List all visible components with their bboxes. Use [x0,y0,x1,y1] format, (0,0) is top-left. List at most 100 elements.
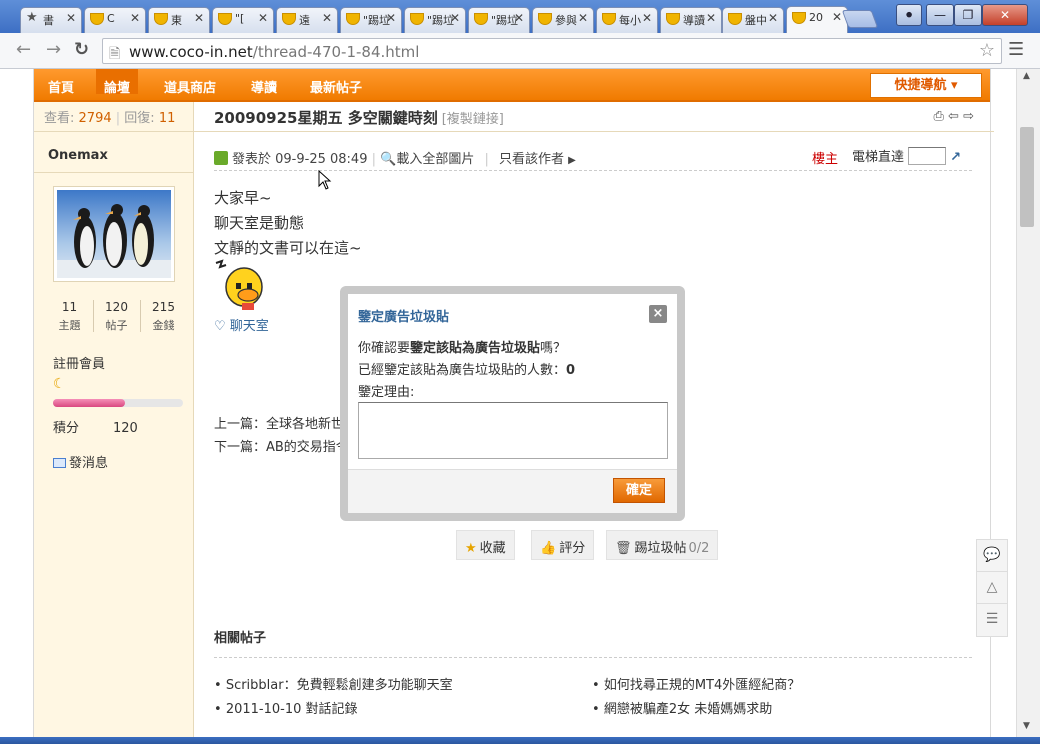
nav-item[interactable]: 導讀 [251,77,277,96]
new-tab-button[interactable] [841,10,879,28]
go-icon[interactable]: ↗ [950,150,961,165]
load-images-link[interactable]: 載入全部圖片 [396,152,474,167]
elevator-label: 電梯直達 [852,150,905,165]
browser-tab[interactable]: 東 ✕ [148,7,210,33]
tab-close-icon[interactable]: ✕ [322,11,332,25]
tab-label: C [107,12,115,25]
browser-tab[interactable]: 每小 ✕ [596,7,658,33]
browser-tab[interactable]: "踢垃 ✕ [340,7,402,33]
cup-icon [282,13,296,25]
related-link[interactable]: • Scribblar：免費輕鬆創建多功能聊天室 [214,674,453,693]
nav-item[interactable]: 最新帖子 [310,77,362,96]
cup-icon [602,13,616,25]
author-stat[interactable]: 215 金錢 [140,300,187,333]
copy-link[interactable]: [複製鏈接] [442,112,504,127]
cup-icon [792,12,806,24]
browser-tab[interactable]: C ✕ [84,7,146,33]
tag-link[interactable]: ♡ 聊天室 [214,315,269,334]
close-icon[interactable]: × [649,305,667,323]
close-window-button[interactable]: ✕ [982,4,1028,26]
replies-count: 11 [158,111,176,126]
confirm-button[interactable]: 確定 [613,478,665,503]
tab-close-icon[interactable]: ✕ [450,11,460,25]
web-page: 首頁 論壇 道具商店 導讀 最新帖子 快捷導航 ▾ 查看: 2794 | 回復: 11 … [0,69,1016,744]
question-suffix: 嗎？ [540,341,567,356]
tab-close-icon[interactable]: ✕ [258,11,268,25]
related-heading: 相關帖子 [214,631,267,646]
browser-tab[interactable]: 20 ✕ [786,6,848,33]
page-scrollbar[interactable]: ▲ ▼ [1016,69,1040,744]
tab-label: 遠 [299,14,310,27]
browser-tab[interactable]: 導讀 ✕ [660,7,722,33]
action-button[interactable]: ★ 收藏 [456,530,515,560]
tab-close-icon[interactable]: ✕ [832,10,842,24]
only-author-link[interactable]: 只看該作者 [499,152,564,167]
tab-label: "[ [235,12,245,25]
forward-arrow-icon[interactable]: → [46,39,61,60]
back-arrow-icon[interactable]: ← [16,39,31,60]
tab-close-icon[interactable]: ✕ [386,11,396,25]
related-link[interactable]: • 2011-10-10 對話記錄 [214,698,358,717]
prev-thread-icon[interactable]: ⇦ [948,109,959,124]
nav-item[interactable]: 道具商店 [164,77,216,96]
emoticon-image [214,259,266,315]
user-points: 積分 120 [53,417,138,436]
related-link[interactable]: • 如何找尋正規的MT4外匯經紀商？ [592,674,800,693]
tab-close-icon[interactable]: ✕ [768,11,778,25]
post-line: 文靜的文書可以在這~ [214,239,362,257]
browser-tab[interactable]: 盤中 ✕ [722,7,784,33]
prev-thread-link[interactable]: 上一篇：全球各地新世 [214,413,344,432]
views-count: 2794 [78,111,112,126]
send-message-link[interactable]: 發消息 [53,452,108,471]
browser-tab[interactable]: ★ 書 ✕ [20,7,82,33]
quick-nav-button[interactable]: 快捷導航 ▾ [870,73,982,98]
elevator-input[interactable] [908,147,947,165]
avatar[interactable] [53,186,175,282]
scrollbar-thumb[interactable] [1020,127,1034,227]
author-stat[interactable]: 11 主題 [46,300,93,333]
back-to-top-icon[interactable]: △ [977,572,1007,604]
maximize-button[interactable]: ❐ [954,4,982,26]
browser-tab[interactable]: 參與 ✕ [532,7,594,33]
tab-close-icon[interactable]: ✕ [642,11,652,25]
report-spam-dialog-frame: 鑒定廣告垃圾貼 × 你確認要鑒定該貼為廣告垃圾貼嗎？ 已經鑒定該貼為廣告垃圾貼的… [340,286,685,521]
action-count: 0/2 [688,541,710,556]
user-rank: 註冊會員 [53,357,106,372]
next-thread-icon[interactable]: ⇨ [963,109,974,124]
tab-close-icon[interactable]: ✕ [578,11,588,25]
minimize-button[interactable]: — [926,4,954,26]
tab-label: 每小 [619,14,641,27]
action-button[interactable]: 👍 評分 [531,530,595,560]
browser-toolbar: ← → ↻ 🗎 www.coco-in.net/thread-470-1-84.… [0,33,1040,69]
nav-item[interactable]: 首頁 [48,77,74,96]
list-icon[interactable]: ☰ [977,604,1007,636]
browser-tab[interactable]: "踢垃 ✕ [468,7,530,33]
browser-tab[interactable]: "[ ✕ [212,7,274,33]
related-link[interactable]: • 網戀被騙產2女 未婚媽媽求助 [592,698,772,717]
tab-close-icon[interactable]: ✕ [706,11,716,25]
nav-item[interactable]: 論壇 [96,69,139,96]
scroll-down-icon[interactable]: ▼ [1023,721,1030,731]
browser-tab[interactable]: 遠 ✕ [276,7,338,33]
tab-close-icon[interactable]: ✕ [194,11,204,25]
comment-icon[interactable]: 💬 [977,540,1007,572]
profile-icon[interactable]: ⚫ [896,4,922,26]
author-stat[interactable]: 120 帖子 [93,300,140,333]
bookmark-star-icon[interactable]: ☆ [979,40,995,61]
tab-close-icon[interactable]: ✕ [66,11,76,25]
action-button[interactable]: 🗑 踢垃圾帖 0/2 [606,530,719,560]
next-thread-link[interactable]: 下一篇：AB的交易指令 [214,436,349,455]
elevator-jump: 電梯直達 ↗ [852,146,961,165]
menu-icon[interactable]: ☰ [1008,39,1024,60]
reason-input[interactable] [358,402,668,459]
browser-tab[interactable]: "踢垃 ✕ [404,7,466,33]
author-name[interactable]: Onemax [48,148,108,163]
reload-icon[interactable]: ↻ [74,39,89,60]
print-icon[interactable]: ⎙ [934,109,944,124]
scroll-up-icon[interactable]: ▲ [1023,71,1030,81]
tab-close-icon[interactable]: ✕ [130,11,140,25]
tab-close-icon[interactable]: ✕ [514,11,524,25]
page-icon: 🗎 [109,46,121,62]
author-sidebar: 查看: 2794 | 回復: 11 Onemax 11 主題 120 帖子 215 金錢 [34,102,194,744]
address-bar[interactable]: 🗎 www.coco-in.net/thread-470-1-84.html ☆ [102,38,1002,64]
